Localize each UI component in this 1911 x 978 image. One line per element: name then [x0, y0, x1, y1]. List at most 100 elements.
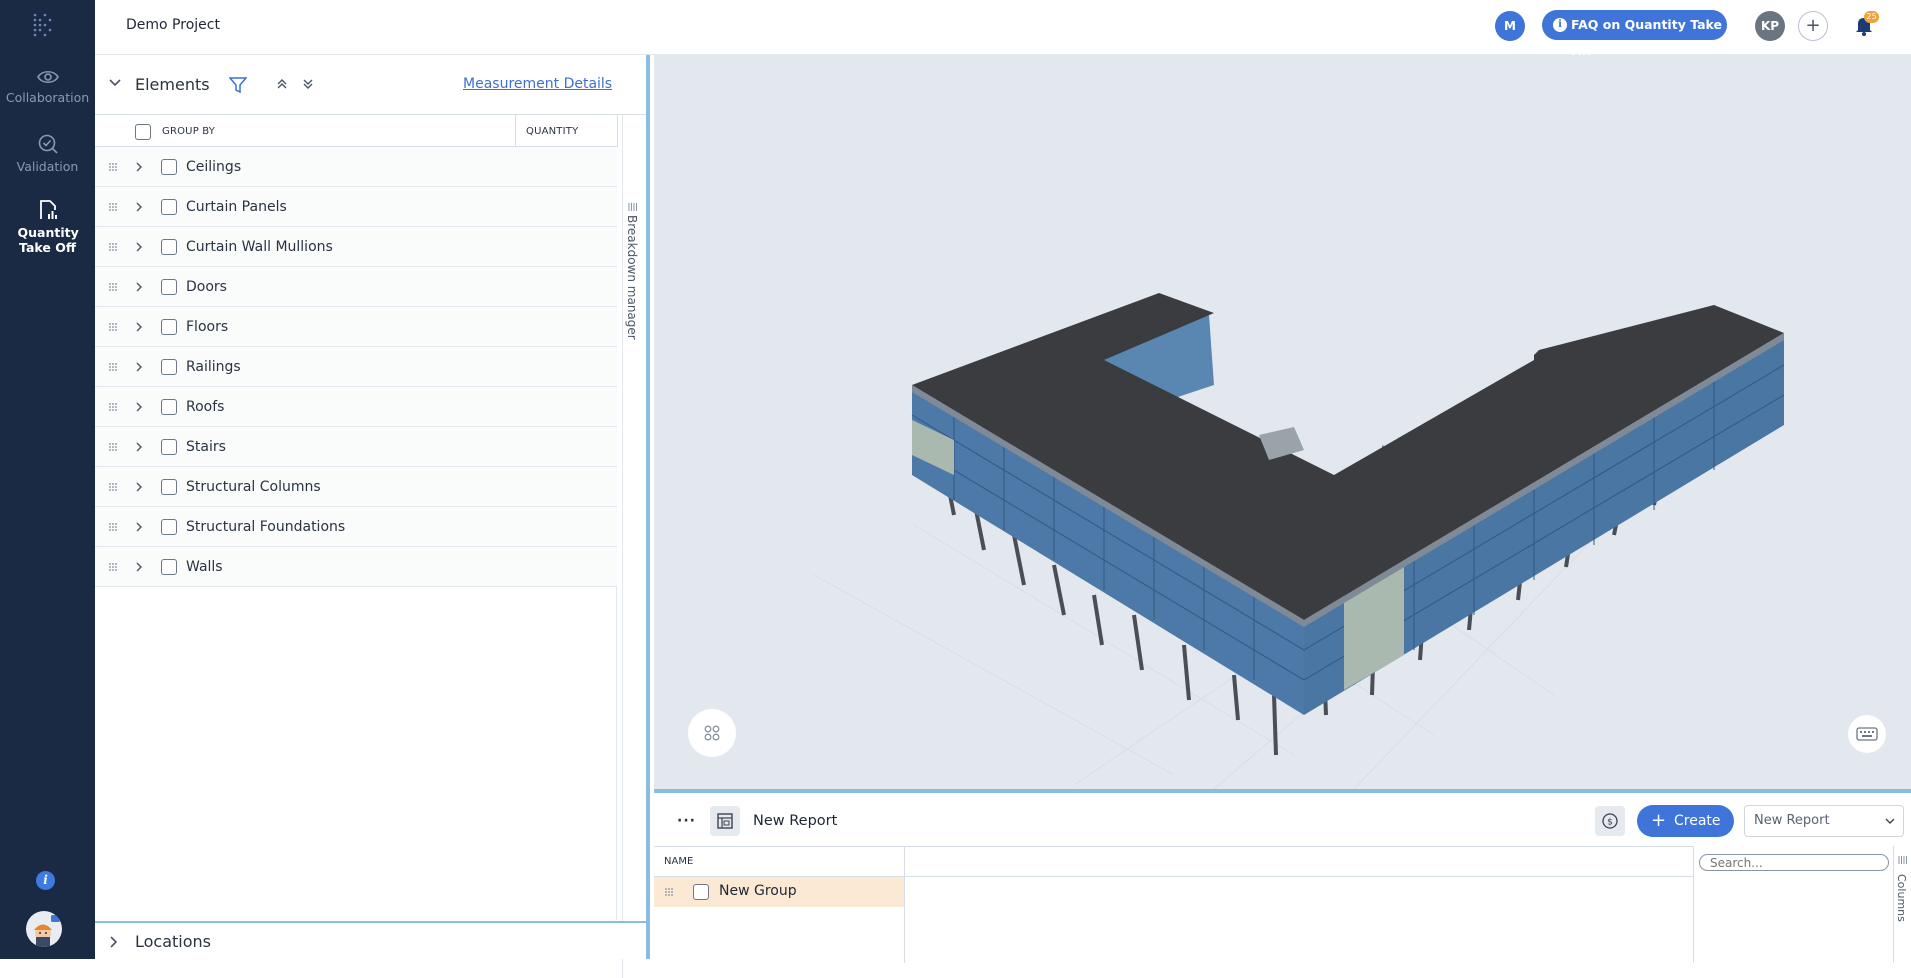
- grid-views-icon: [704, 725, 720, 741]
- chevron-right-icon[interactable]: [135, 280, 143, 294]
- row-checkbox[interactable]: [161, 279, 177, 295]
- row-checkbox[interactable]: [161, 519, 177, 535]
- table-row[interactable]: Ceilings: [95, 147, 617, 187]
- row-checkbox[interactable]: [693, 884, 709, 900]
- info-icon: i: [1553, 18, 1567, 32]
- row-checkbox[interactable]: [161, 559, 177, 575]
- row-checkbox[interactable]: [161, 479, 177, 495]
- drag-handle-icon[interactable]: [108, 282, 118, 292]
- locations-section-header[interactable]: Locations: [95, 921, 646, 959]
- column-header-group-by[interactable]: GROUP BY: [162, 126, 215, 137]
- table-row[interactable]: Structural Foundations: [95, 507, 617, 547]
- info-icon[interactable]: i: [36, 871, 55, 890]
- row-checkbox[interactable]: [161, 319, 177, 335]
- chevron-down-icon: [1885, 818, 1895, 824]
- drag-handle-icon[interactable]: [108, 162, 118, 172]
- drag-handle-icon[interactable]: [108, 202, 118, 212]
- row-checkbox[interactable]: [161, 199, 177, 215]
- user-avatar[interactable]: M: [1495, 11, 1525, 41]
- report-select[interactable]: New Report: [1744, 805, 1904, 837]
- more-options-button[interactable]: ···: [677, 813, 696, 829]
- model-3d-viewer[interactable]: [654, 55, 1911, 789]
- row-label: Structural Foundations: [186, 519, 346, 535]
- collaborator-avatar[interactable]: KP: [1755, 11, 1785, 41]
- row-checkbox[interactable]: [161, 159, 177, 175]
- report-group-row[interactable]: New Group: [654, 877, 904, 907]
- grid-header: GROUP BY QUANTITY: [95, 115, 618, 147]
- create-button[interactable]: + Create: [1637, 805, 1734, 837]
- table-row[interactable]: Curtain Panels: [95, 187, 617, 227]
- row-checkbox[interactable]: [161, 399, 177, 415]
- chevron-right-icon[interactable]: [135, 160, 143, 174]
- collapse-all-icon[interactable]: [276, 78, 288, 90]
- locations-title: Locations: [135, 932, 212, 951]
- drag-handle-icon[interactable]: [108, 442, 118, 452]
- chevron-right-icon[interactable]: [135, 400, 143, 414]
- drag-handle-icon[interactable]: [108, 482, 118, 492]
- column-header-name[interactable]: NAME: [664, 856, 693, 867]
- chevron-right-icon[interactable]: [135, 360, 143, 374]
- faq-button[interactable]: i FAQ on Quantity Take Off: [1542, 10, 1727, 62]
- chevron-right-icon[interactable]: [135, 200, 143, 214]
- measurement-details-link[interactable]: Measurement Details: [463, 76, 612, 92]
- project-name[interactable]: Demo Project: [126, 17, 220, 33]
- column-header-quantity[interactable]: QUANTITY: [526, 126, 578, 137]
- row-label: Stairs: [186, 439, 226, 455]
- drag-handle-icon[interactable]: [108, 562, 118, 572]
- currency-button[interactable]: $: [1595, 806, 1625, 836]
- chevron-down-icon[interactable]: [109, 79, 121, 87]
- add-collaborator-button[interactable]: +: [1798, 11, 1828, 41]
- create-button-label: Create: [1674, 813, 1721, 829]
- drag-handle-icon[interactable]: [108, 522, 118, 532]
- drag-handle-icon[interactable]: [108, 402, 118, 412]
- table-row[interactable]: Doors: [95, 267, 617, 307]
- column-divider[interactable]: [904, 846, 905, 963]
- chevron-right-icon[interactable]: [135, 520, 143, 534]
- check-circle-icon: [38, 134, 58, 154]
- drag-handle-icon: [628, 203, 637, 211]
- row-checkbox[interactable]: [161, 439, 177, 455]
- drag-handle-icon[interactable]: [108, 322, 118, 332]
- document-chart-icon: [39, 200, 57, 219]
- rail-item-validation[interactable]: Validation: [0, 133, 95, 174]
- elements-panel: Elements Measurement Details GROUP BY QU…: [95, 55, 650, 978]
- drag-handle-icon[interactable]: [108, 362, 118, 372]
- expand-all-icon[interactable]: [302, 78, 314, 90]
- row-label: Doors: [186, 279, 227, 295]
- chevron-right-icon[interactable]: [135, 320, 143, 334]
- table-row[interactable]: Railings: [95, 347, 617, 387]
- chevron-right-icon[interactable]: [135, 560, 143, 574]
- filter-icon[interactable]: [229, 76, 247, 94]
- keyboard-shortcuts-button[interactable]: [1848, 715, 1886, 753]
- svg-text:$: $: [1607, 818, 1613, 828]
- column-divider: [617, 115, 618, 147]
- table-row[interactable]: Floors: [95, 307, 617, 347]
- breakdown-manager-tab[interactable]: Breakdown manager: [622, 115, 642, 978]
- table-row[interactable]: Roofs: [95, 387, 617, 427]
- drag-handle-icon[interactable]: [108, 242, 118, 252]
- report-panel: ··· New Report $ + Create New Report NAM…: [654, 789, 1911, 963]
- columns-search-input[interactable]: [1699, 854, 1889, 871]
- notifications-button[interactable]: 25: [1853, 11, 1879, 36]
- chevron-right-icon[interactable]: [135, 440, 143, 454]
- rail-item-collaboration[interactable]: Collaboration: [0, 68, 95, 105]
- chevron-right-icon[interactable]: [135, 480, 143, 494]
- columns-tab[interactable]: Columns: [1893, 846, 1911, 963]
- chevron-right-icon[interactable]: [135, 240, 143, 254]
- report-view-button[interactable]: [710, 806, 740, 836]
- table-row[interactable]: Structural Columns: [95, 467, 617, 507]
- table-row[interactable]: Walls: [95, 547, 617, 587]
- select-all-checkbox[interactable]: [135, 124, 151, 140]
- table-row[interactable]: Curtain Wall Mullions: [95, 227, 617, 267]
- assistant-avatar[interactable]: [26, 911, 62, 947]
- table-row[interactable]: Stairs: [95, 427, 617, 467]
- views-button[interactable]: [688, 709, 736, 757]
- row-checkbox[interactable]: [161, 239, 177, 255]
- row-checkbox[interactable]: [161, 359, 177, 375]
- chevron-right-icon: [110, 936, 118, 948]
- drag-handle-icon[interactable]: [664, 887, 674, 897]
- rail-item-quantity-take-off[interactable]: Quantity Take Off: [0, 199, 95, 255]
- row-label: Ceilings: [186, 159, 242, 175]
- rail-item-label: Quantity Take Off: [17, 225, 79, 255]
- app-logo-icon[interactable]: [32, 12, 58, 38]
